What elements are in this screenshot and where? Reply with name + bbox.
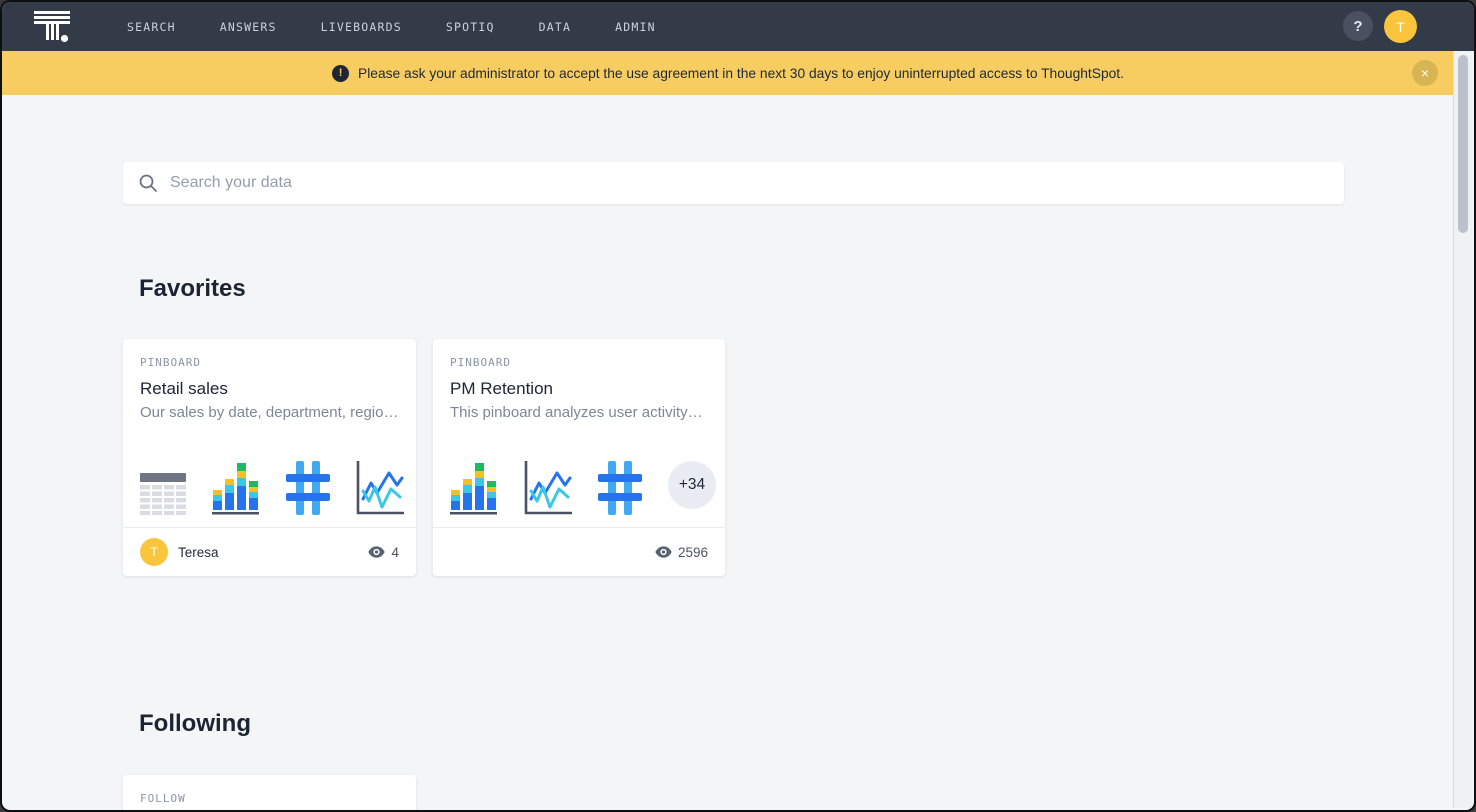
viz-thumbnails (140, 457, 404, 515)
nav-item-search[interactable]: SEARCH (127, 20, 176, 34)
user-avatar[interactable]: T (1384, 10, 1417, 43)
hashtag-icon (286, 461, 330, 515)
following-card[interactable]: FOLLOW (123, 775, 416, 810)
card-type-label: PINBOARD (140, 356, 201, 369)
nav-item-answers[interactable]: ANSWERS (220, 20, 277, 34)
nav-item-data[interactable]: DATA (539, 20, 572, 34)
stacked-bar-chart-icon (212, 461, 260, 515)
pinboard-card-pm-retention[interactable]: PINBOARD PM Retention This pinboard anal… (433, 339, 725, 576)
line-chart-icon (356, 461, 404, 515)
author-avatar: T (140, 538, 168, 566)
alert-icon: ! (332, 64, 350, 82)
favorites-heading: Favorites (139, 275, 246, 302)
notification-banner: ! Please ask your administrator to accep… (2, 51, 1454, 95)
search-bar (123, 162, 1344, 204)
views-number: 2596 (677, 544, 708, 560)
card-description: Our sales by date, department, regio… (140, 404, 399, 421)
table-icon (140, 473, 186, 515)
search-icon (138, 173, 158, 193)
nav-item-liveboards[interactable]: LIVEBOARDS (321, 20, 402, 34)
views-number: 4 (391, 544, 399, 560)
card-type-label: FOLLOW (140, 792, 186, 805)
scrollbar-thumb[interactable] (1458, 55, 1468, 233)
banner-message: Please ask your administrator to accept … (358, 65, 1124, 81)
card-title: Retail sales (140, 379, 228, 398)
card-footer: 2596 (433, 527, 725, 576)
nav-item-spotiq[interactable]: SPOTIQ (446, 20, 495, 34)
search-input[interactable] (170, 162, 1344, 204)
hashtag-icon (598, 461, 642, 515)
banner-content: ! Please ask your administrator to accep… (332, 64, 1124, 82)
card-author: T Teresa (140, 538, 219, 566)
stacked-bar-chart-icon (450, 461, 498, 515)
view-count: 2596 (655, 545, 708, 560)
card-type-label: PINBOARD (450, 356, 511, 369)
line-chart-icon (524, 461, 572, 515)
card-description: This pinboard analyzes user activity… (450, 404, 703, 421)
pinboard-card-retail-sales[interactable]: PINBOARD Retail sales Our sales by date,… (123, 339, 416, 576)
card-footer: T Teresa 4 (123, 527, 416, 576)
following-heading: Following (139, 710, 251, 737)
scrollbar-track[interactable] (1453, 51, 1472, 808)
close-icon[interactable]: × (1412, 60, 1438, 86)
viz-thumbnails: +34 (450, 457, 716, 515)
nav-item-admin[interactable]: ADMIN (615, 20, 656, 34)
app-window: SEARCH ANSWERS LIVEBOARDS SPOTIQ DATA AD… (0, 0, 1476, 812)
card-title: PM Retention (450, 379, 553, 398)
top-nav: SEARCH ANSWERS LIVEBOARDS SPOTIQ DATA AD… (2, 2, 1474, 51)
author-name: Teresa (178, 544, 219, 560)
nav-menu: SEARCH ANSWERS LIVEBOARDS SPOTIQ DATA AD… (127, 20, 656, 34)
view-count: 4 (368, 545, 399, 560)
eye-icon (368, 546, 386, 558)
thoughtspot-logo-icon[interactable] (33, 9, 73, 45)
help-button[interactable]: ? (1343, 11, 1373, 41)
more-count-badge: +34 (668, 461, 716, 509)
eye-icon (655, 546, 672, 558)
